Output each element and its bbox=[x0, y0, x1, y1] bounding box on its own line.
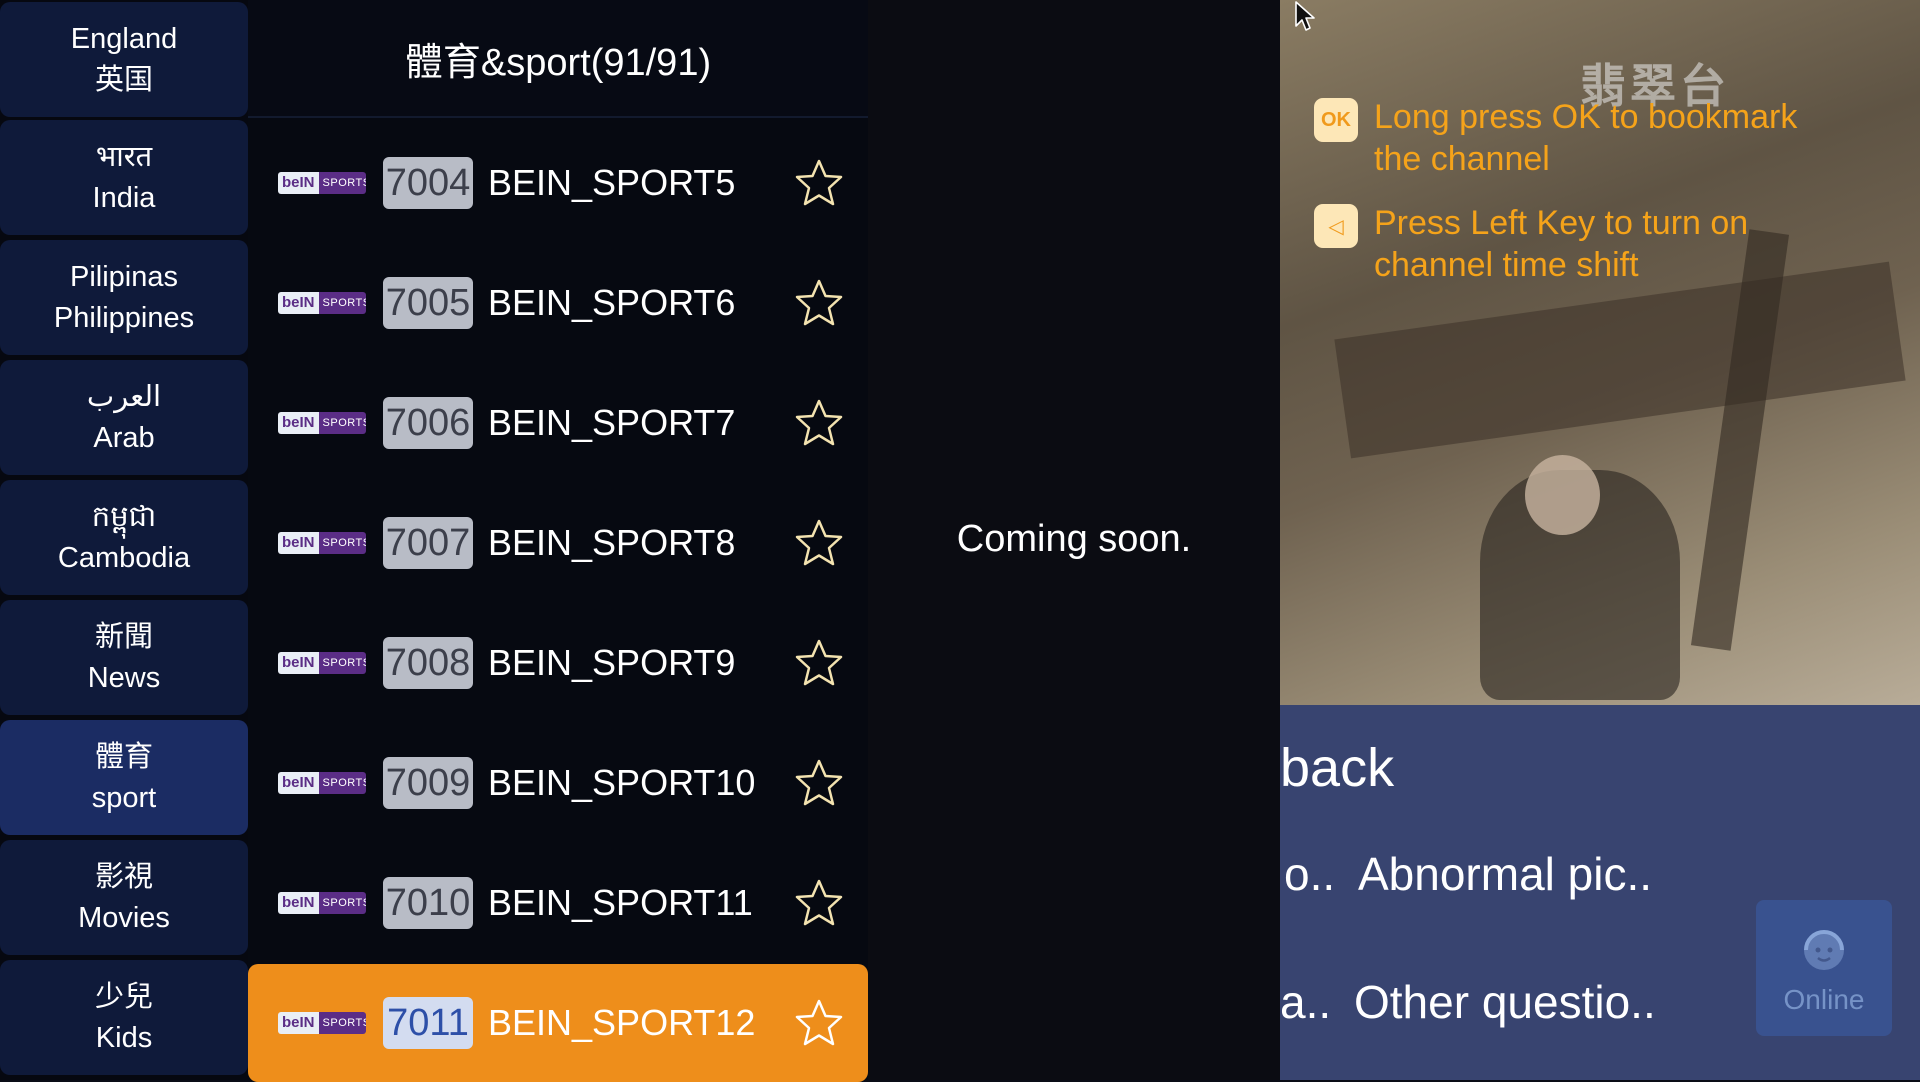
channel-name: BEIN_SPORT7 bbox=[488, 402, 736, 443]
channel-row[interactable]: beIN SPORTS 7006 BEIN_SPORT7 bbox=[248, 364, 868, 482]
category-news[interactable]: 新聞 News bbox=[0, 600, 248, 715]
left-key-icon: ◁ bbox=[1314, 204, 1358, 248]
feedback-item-abnormal-picture[interactable]: Abnormal pic.. bbox=[1358, 847, 1652, 901]
star-outline-icon[interactable] bbox=[794, 878, 844, 928]
feedback-item-other-questions[interactable]: Other questio.. bbox=[1354, 975, 1656, 1029]
headset-icon bbox=[1804, 930, 1844, 970]
category-label: News bbox=[87, 661, 161, 694]
bookmark-hint: OK Long press OK to bookmark the channel bbox=[1314, 96, 1834, 180]
channel-row[interactable]: beIN SPORTS 7004 BEIN_SPORT5 bbox=[248, 124, 868, 242]
online-support-button[interactable]: Online bbox=[1756, 900, 1892, 1036]
channel-name: BEIN_SPORT5 bbox=[488, 162, 736, 203]
category-india[interactable]: भारत India bbox=[0, 120, 248, 235]
category-label-native: 新聞 bbox=[94, 620, 153, 653]
category-label: India bbox=[92, 181, 156, 214]
time-shift-hint-text: Press Left Key to turn on channel time s… bbox=[1374, 204, 1749, 284]
category-cambodia[interactable]: កម្ពុជា Cambodia bbox=[0, 480, 248, 595]
category-philippines[interactable]: Pilipinas Philippines bbox=[0, 240, 248, 355]
video-scene-debris bbox=[1334, 261, 1906, 459]
video-preview[interactable]: 翡翠台 OK Long press OK to bookmark the cha… bbox=[1280, 0, 1920, 705]
program-info-panel: Coming soon. bbox=[868, 0, 1280, 1080]
channel-list-header: 體育&sport(91/91) bbox=[248, 0, 868, 118]
star-outline-icon[interactable] bbox=[794, 638, 844, 688]
channel-number: 7006 bbox=[383, 397, 473, 449]
category-sidebar: England 英国 भारत India Pilipinas Philippi… bbox=[0, 0, 248, 1080]
channel-number: 7011 bbox=[383, 997, 473, 1049]
channel-number: 7004 bbox=[383, 157, 473, 209]
bein-sports-logo: beIN SPORTS bbox=[278, 412, 366, 434]
channel-list-panel: 體育&sport(91/91) beIN SPORTS 7004 BEIN_SPO… bbox=[248, 0, 868, 1082]
online-label: Online bbox=[1783, 984, 1865, 1015]
category-label: Philippines bbox=[53, 301, 195, 334]
category-movies[interactable]: 影視 Movies bbox=[0, 840, 248, 955]
category-label-native: England bbox=[70, 22, 178, 55]
channel-name: BEIN_SPORT6 bbox=[488, 282, 736, 323]
bein-sports-logo: beIN SPORTS bbox=[278, 292, 366, 314]
channel-number: 7008 bbox=[383, 637, 473, 689]
star-outline-icon[interactable] bbox=[794, 758, 844, 808]
channel-row[interactable]: beIN SPORTS 7005 BEIN_SPORT6 bbox=[248, 244, 868, 362]
category-label-native: 影視 bbox=[94, 860, 153, 893]
ok-key-icon: OK bbox=[1314, 98, 1358, 142]
category-arab[interactable]: العرب Arab bbox=[0, 360, 248, 475]
channel-number: 7007 bbox=[383, 517, 473, 569]
category-label: 英国 bbox=[94, 63, 153, 96]
category-label-native: 少兒 bbox=[94, 980, 153, 1013]
category-label: Cambodia bbox=[57, 541, 191, 574]
star-outline-icon[interactable] bbox=[794, 158, 844, 208]
coming-soon-text: Coming soon. bbox=[956, 518, 1192, 560]
feedback-panel: back o.. Abnormal pic.. a.. Other questi… bbox=[1280, 705, 1920, 1080]
category-sport[interactable]: 體育 sport bbox=[0, 720, 248, 835]
category-label: Movies bbox=[78, 901, 170, 934]
star-outline-icon[interactable] bbox=[794, 398, 844, 448]
category-label-native: Pilipinas bbox=[70, 260, 178, 293]
channel-number: 7005 bbox=[383, 277, 473, 329]
channel-row[interactable]: beIN SPORTS 7009 BEIN_SPORT10 bbox=[248, 724, 868, 842]
channel-name: BEIN_SPORT10 bbox=[488, 762, 756, 803]
channel-row[interactable]: beIN SPORTS 7008 BEIN_SPORT9 bbox=[248, 604, 868, 722]
category-label-native: العرب bbox=[86, 380, 162, 413]
category-label-native: 體育 bbox=[94, 740, 153, 773]
channel-number: 7009 bbox=[383, 757, 473, 809]
feedback-item-prefix: a.. bbox=[1280, 976, 1332, 1028]
channel-name: BEIN_SPORT8 bbox=[488, 522, 736, 563]
category-label: Arab bbox=[93, 421, 155, 454]
category-label-native: भारत bbox=[95, 140, 153, 173]
channel-row-selected[interactable]: beIN SPORTS 7011 BEIN_SPORT12 bbox=[248, 964, 868, 1082]
bein-sports-logo: beIN SPORTS bbox=[278, 172, 366, 194]
video-scene-head bbox=[1525, 455, 1600, 535]
time-shift-hint: ◁ Press Left Key to turn on channel time… bbox=[1314, 202, 1834, 286]
bein-sports-logo: beIN SPORTS bbox=[278, 772, 366, 794]
channel-name: BEIN_SPORT12 bbox=[488, 1002, 756, 1043]
category-label: Kids bbox=[95, 1021, 153, 1054]
bein-sports-logo: beIN SPORTS bbox=[278, 532, 366, 554]
category-england[interactable]: England 英国 bbox=[0, 2, 248, 117]
feedback-item-prefix: o.. bbox=[1284, 848, 1336, 900]
feedback-title: back bbox=[1280, 738, 1395, 798]
channel-name: BEIN_SPORT9 bbox=[488, 642, 736, 683]
channel-row[interactable]: beIN SPORTS 7007 BEIN_SPORT8 bbox=[248, 484, 868, 602]
bein-sports-logo: beIN SPORTS bbox=[278, 1012, 366, 1034]
category-label: sport bbox=[91, 781, 157, 814]
star-outline-icon[interactable] bbox=[794, 518, 844, 568]
category-label-native: កម្ពុជា bbox=[91, 500, 157, 533]
bein-sports-logo: beIN SPORTS bbox=[278, 892, 366, 914]
category-kids[interactable]: 少兒 Kids bbox=[0, 960, 248, 1075]
channel-row[interactable]: beIN SPORTS 7010 BEIN_SPORT11 bbox=[248, 844, 868, 962]
channel-number: 7010 bbox=[383, 877, 473, 929]
bein-sports-logo: beIN SPORTS bbox=[278, 652, 366, 674]
star-outline-icon[interactable] bbox=[794, 998, 844, 1048]
bookmark-hint-text: Long press OK to bookmark the channel bbox=[1374, 98, 1798, 178]
channel-name: BEIN_SPORT11 bbox=[488, 882, 753, 923]
mouse-cursor-icon bbox=[1295, 1, 1315, 31]
star-outline-icon[interactable] bbox=[794, 278, 844, 328]
